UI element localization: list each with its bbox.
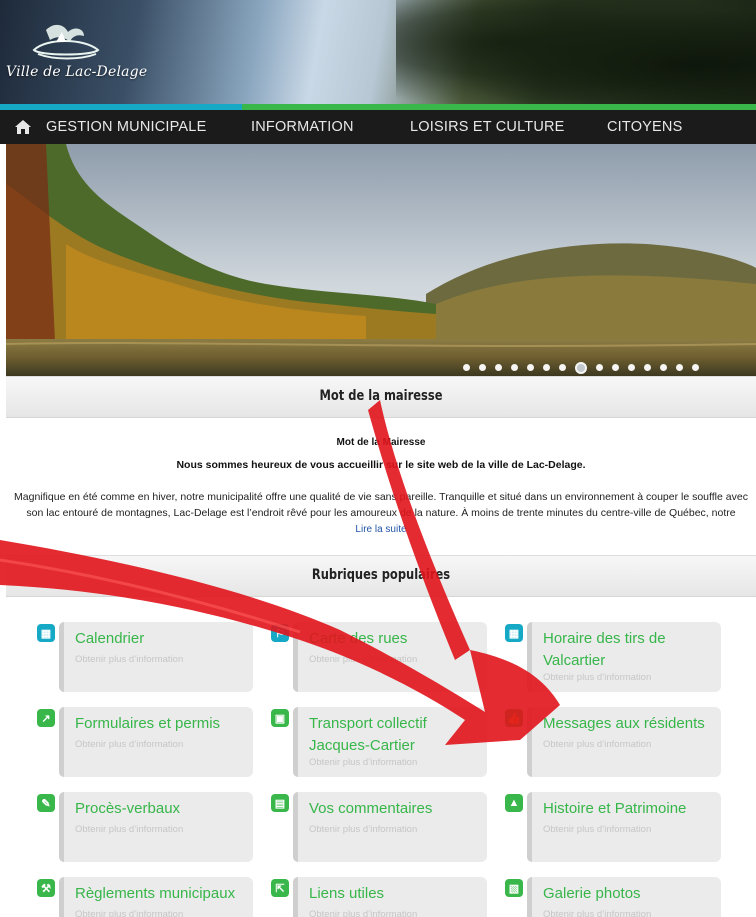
card-title[interactable]: Calendrier xyxy=(75,628,251,650)
card-title[interactable]: Transport collectif Jacques-Cartier xyxy=(309,713,485,757)
building-icon: ▲ xyxy=(505,794,523,812)
card-accent-bar xyxy=(527,877,532,917)
card-subtitle: Obtenir plus d’information xyxy=(75,654,184,665)
card-subtitle: Obtenir plus d’information xyxy=(309,654,418,665)
external-link-icon: ⇱ xyxy=(271,879,289,897)
photo-icon: ▧ xyxy=(505,879,523,897)
hammer-icon: ↗ xyxy=(37,709,55,727)
card-accent-bar xyxy=(527,792,532,862)
card-title[interactable]: Vos commentaires xyxy=(309,798,485,820)
thumbs-up-icon: 👍 xyxy=(505,709,523,727)
card-subtitle: Obtenir plus d’information xyxy=(75,824,184,835)
card-subtitle: Obtenir plus d’information xyxy=(309,757,418,768)
rubrique-card[interactable]: Horaire des tirs de Valcartier Obtenir pl… xyxy=(527,622,721,692)
rubrique-card[interactable]: Procès-verbaux Obtenir plus d’information xyxy=(59,792,253,862)
card-subtitle: Obtenir plus d’information xyxy=(543,739,652,750)
mot-intro-heading: Mot de la Mairesse xyxy=(336,437,426,448)
calendar-icon: ▦ xyxy=(505,624,523,642)
document-icon: ▤ xyxy=(271,794,289,812)
card-title[interactable]: Carte des rues xyxy=(309,628,485,650)
nav-information[interactable]: INFORMATION xyxy=(251,119,354,135)
slider-dot[interactable] xyxy=(676,364,683,371)
card-accent-bar xyxy=(59,622,64,692)
card-subtitle: Obtenir plus d’information xyxy=(309,824,418,835)
card-accent-bar xyxy=(293,877,298,917)
slider-dot[interactable] xyxy=(479,364,486,371)
hero-slider-image xyxy=(6,144,756,376)
card-title[interactable]: Messages aux résidents xyxy=(543,713,719,735)
read-more-link[interactable]: Lire la suite xyxy=(6,524,756,535)
card-subtitle: Obtenir plus d’information xyxy=(543,909,652,917)
card-title[interactable]: Formulaires et permis xyxy=(75,713,251,735)
slider-dot[interactable] xyxy=(612,364,619,371)
site-name: Ville de Lac-Delage xyxy=(6,64,148,80)
calendar-icon: ▦ xyxy=(37,624,55,642)
card-subtitle: Obtenir plus d’information xyxy=(75,739,184,750)
card-title[interactable]: Horaire des tirs de Valcartier xyxy=(543,628,719,672)
mot-paragraph: Magnifique en été comme en hiver, notre … xyxy=(14,491,748,519)
bus-icon: ▣ xyxy=(271,709,289,727)
header-banner: Ville de Lac-Delage xyxy=(0,0,756,106)
gavel-icon: ⚒ xyxy=(37,879,55,897)
rubrique-card[interactable]: Transport collectif Jacques-Cartier Obten… xyxy=(293,707,487,777)
slider-dots xyxy=(463,362,699,374)
rubrique-card[interactable]: Carte des rues Obtenir plus d’information xyxy=(293,622,487,692)
rubrique-card[interactable]: Vos commentaires Obtenir plus d’informati… xyxy=(293,792,487,862)
card-title[interactable]: Liens utiles xyxy=(309,883,485,905)
card-subtitle: Obtenir plus d’information xyxy=(543,824,652,835)
slider-dot[interactable] xyxy=(644,364,651,371)
map-icon: ⚐ xyxy=(271,624,289,642)
card-accent-bar xyxy=(527,622,532,692)
slider-dot[interactable] xyxy=(559,364,566,371)
mot-welcome-text: Nous sommes heureux de vous accueillir s… xyxy=(176,459,586,471)
card-title[interactable]: Histoire et Patrimoine xyxy=(543,798,719,820)
card-title[interactable]: Règlements municipaux xyxy=(75,883,251,905)
landscape-illustration xyxy=(6,144,756,376)
card-subtitle: Obtenir plus d’information xyxy=(75,909,184,917)
card-accent-bar xyxy=(293,792,298,862)
card-subtitle: Obtenir plus d’information xyxy=(309,909,418,917)
card-accent-bar xyxy=(59,877,64,917)
tree-foliage xyxy=(396,0,756,106)
card-accent-bar xyxy=(59,707,64,777)
rubrique-card[interactable]: Calendrier Obtenir plus d’information xyxy=(59,622,253,692)
rubrique-card[interactable]: Galerie photos Obtenir plus d’information xyxy=(527,877,721,917)
slider-dot[interactable] xyxy=(575,362,587,374)
slider-dot[interactable] xyxy=(527,364,534,371)
rubrique-card[interactable]: Messages aux résidents Obtenir plus d’inf… xyxy=(527,707,721,777)
mot-section-title: Mot de la mairesse xyxy=(319,388,443,404)
nav-loisirs-et-culture[interactable]: LOISIRS ET CULTURE xyxy=(410,119,565,135)
main-nav: GESTION MUNICIPALE INFORMATION LOISIRS E… xyxy=(0,110,756,144)
card-accent-bar xyxy=(293,622,298,692)
slider-dot[interactable] xyxy=(495,364,502,371)
slider-dot[interactable] xyxy=(511,364,518,371)
home-icon[interactable] xyxy=(14,118,32,136)
rubrique-card[interactable]: Règlements municipaux Obtenir plus d’info… xyxy=(59,877,253,917)
slider-dot[interactable] xyxy=(463,364,470,371)
mot-section-bar: Mot de la mairesse xyxy=(6,376,756,418)
nav-citoyens[interactable]: CITOYENS xyxy=(607,119,682,135)
rubrique-card[interactable]: Formulaires et permis Obtenir plus d’info… xyxy=(59,707,253,777)
slider-dot[interactable] xyxy=(660,364,667,371)
rubriques-section-bar: Rubriques populaires xyxy=(6,555,756,597)
page: Ville de Lac-Delage GESTION MUNICIPALE I… xyxy=(0,0,756,917)
card-title[interactable]: Galerie photos xyxy=(543,883,719,905)
rubrique-card[interactable]: Liens utiles Obtenir plus d’information xyxy=(293,877,487,917)
rubrique-card[interactable]: Histoire et Patrimoine Obtenir plus d’inf… xyxy=(527,792,721,862)
rubriques-section-title: Rubriques populaires xyxy=(311,567,451,583)
edit-icon: ✎ xyxy=(37,794,55,812)
slider-dot[interactable] xyxy=(543,364,550,371)
card-title[interactable]: Procès-verbaux xyxy=(75,798,251,820)
slider-dot[interactable] xyxy=(628,364,635,371)
card-accent-bar xyxy=(293,707,298,777)
slider-dot[interactable] xyxy=(596,364,603,371)
slider-dot[interactable] xyxy=(692,364,699,371)
card-subtitle: Obtenir plus d’information xyxy=(543,672,652,683)
card-accent-bar xyxy=(59,792,64,862)
card-accent-bar xyxy=(527,707,532,777)
nav-gestion-municipale[interactable]: GESTION MUNICIPALE xyxy=(46,119,206,135)
